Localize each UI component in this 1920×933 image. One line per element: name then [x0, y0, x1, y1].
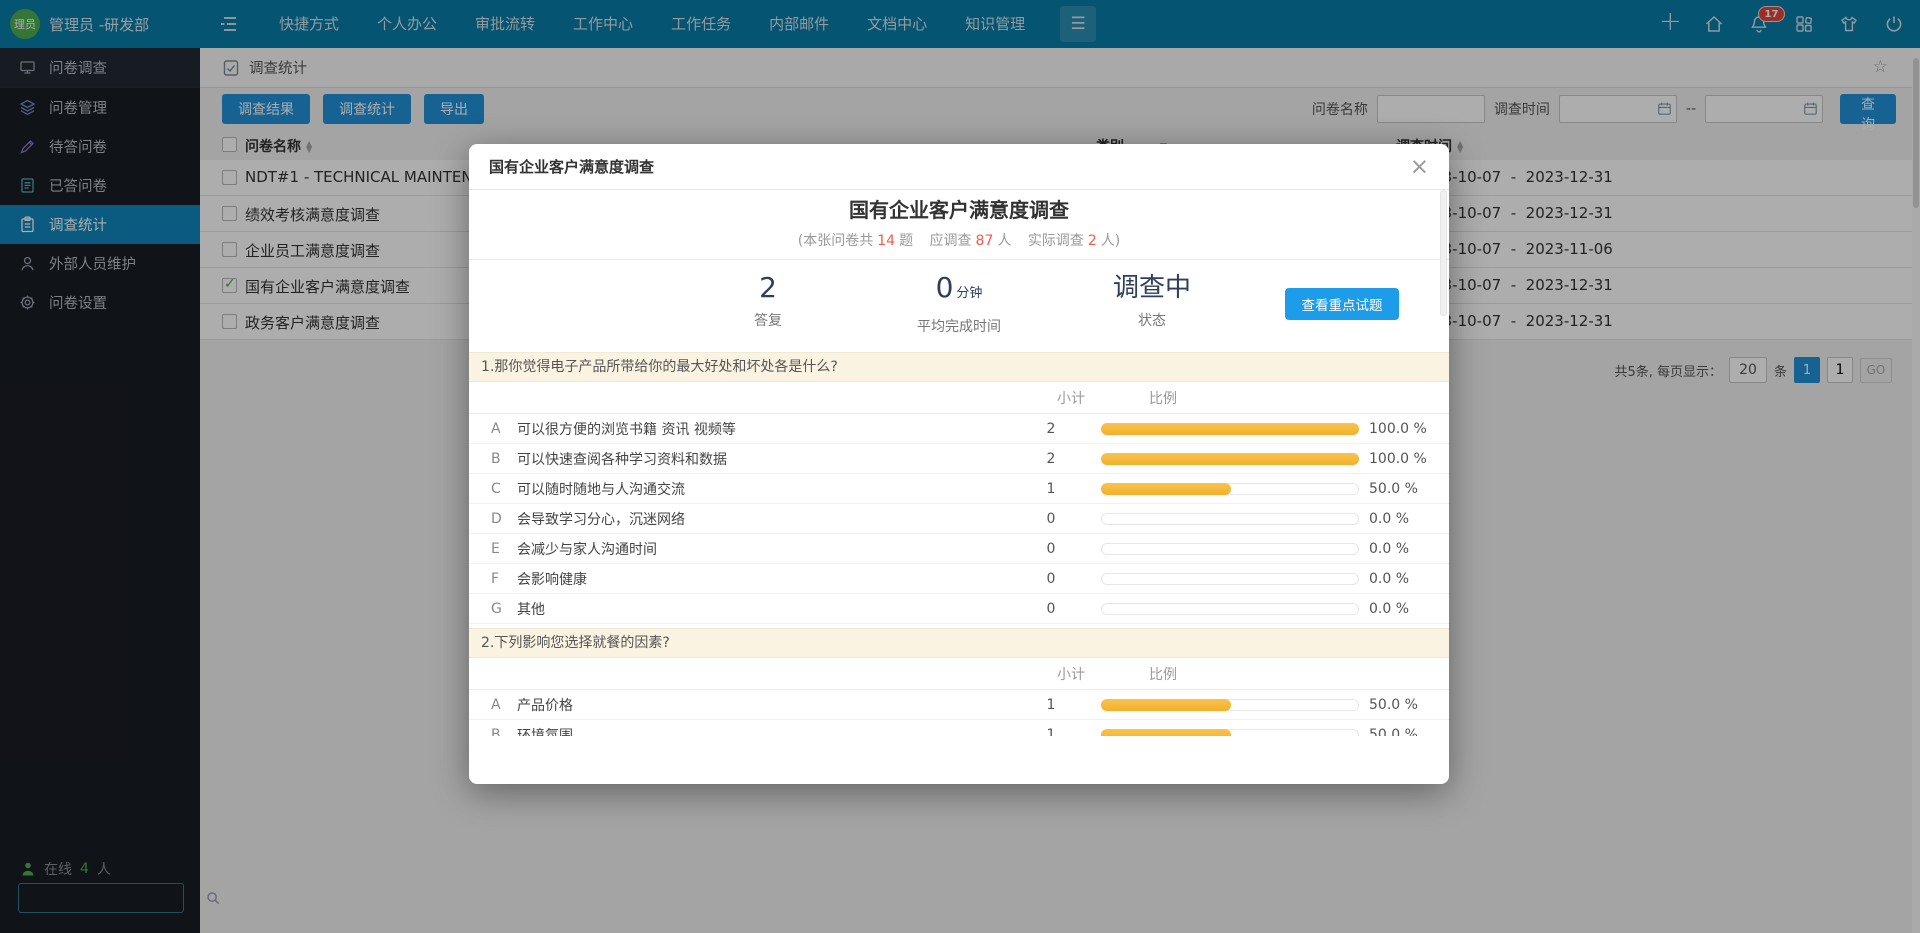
- ratio-header: 比例: [1121, 664, 1449, 684]
- option-percent: 50.0 %: [1369, 697, 1449, 713]
- question-title: 2.下列影响您选择就餐的因素?: [469, 628, 1449, 658]
- option-row: A 可以很方便的浏览书籍 资讯 视频等 2 100.0 %: [469, 414, 1449, 444]
- modal-body: 国有企业客户满意度调查 (本张问卷共14题 应调查87人 实际调查2人) 2 答…: [469, 190, 1449, 736]
- option-text: 会减少与家人沟通时间: [517, 539, 1021, 559]
- option-percent: 0.0 %: [1369, 541, 1449, 557]
- option-count: 0: [1021, 511, 1081, 527]
- option-percent: 50.0 %: [1369, 727, 1449, 737]
- option-row: B 可以快速查阅各种学习资料和数据 2 100.0 %: [469, 444, 1449, 474]
- replies-label: 答复: [682, 310, 854, 330]
- option-row: E 会减少与家人沟通时间 0 0.0 %: [469, 534, 1449, 564]
- ratio-header: 比例: [1121, 388, 1449, 408]
- option-count: 1: [1021, 727, 1081, 737]
- option-text: 可以很方便的浏览书籍 资讯 视频等: [517, 419, 1021, 439]
- option-letter: A: [491, 421, 517, 437]
- option-text: 可以快速查阅各种学习资料和数据: [517, 449, 1021, 469]
- stat-status: 调查中 状态: [1066, 272, 1238, 330]
- option-count: 2: [1021, 451, 1081, 467]
- status-label: 状态: [1066, 310, 1238, 330]
- survey-summary: (本张问卷共14题 应调查87人 实际调查2人): [469, 232, 1449, 250]
- app-screen: 理员 管理员 -研发部 快捷方式 个人办公 审批流转 工作中心 工作任务 内部邮…: [0, 0, 1920, 933]
- modal-title: 国有企业客户满意度调查: [489, 156, 654, 177]
- option-bar: [1101, 453, 1359, 465]
- modal-titlebar: 国有企业客户满意度调查 ×: [469, 144, 1449, 190]
- option-letter: F: [491, 571, 517, 587]
- option-text: 产品价格: [517, 695, 1021, 715]
- replies-value: 2: [682, 272, 854, 304]
- survey-title: 国有企业客户满意度调查: [469, 197, 1449, 223]
- option-letter: D: [491, 511, 517, 527]
- option-count: 0: [1021, 541, 1081, 557]
- expected-count: 87: [976, 233, 994, 249]
- option-count: 1: [1021, 481, 1081, 497]
- option-text: 其他: [517, 599, 1021, 619]
- option-row: A 产品价格 1 50.0 %: [469, 690, 1449, 720]
- option-row: G 其他 0 0.0 %: [469, 594, 1449, 624]
- question-title: 1.那你觉得电子产品所带给你的最大好处和坏处各是什么?: [469, 352, 1449, 382]
- avg-time-unit: 分钟: [956, 286, 982, 301]
- option-bar: [1101, 573, 1359, 585]
- option-count: 1: [1021, 697, 1081, 713]
- option-row: C 可以随时随地与人沟通交流 1 50.0 %: [469, 474, 1449, 504]
- option-letter: G: [491, 601, 517, 617]
- option-text: 可以随时随地与人沟通交流: [517, 479, 1021, 499]
- modal-scrollbar-thumb[interactable]: [1440, 190, 1447, 316]
- survey-statistics-modal: 国有企业客户满意度调查 × 国有企业客户满意度调查 (本张问卷共14题 应调查8…: [469, 144, 1449, 784]
- option-letter: B: [491, 727, 517, 737]
- option-row: F 会影响健康 0 0.0 %: [469, 564, 1449, 594]
- subtotal-header: 小计: [1041, 664, 1101, 684]
- option-bar: [1101, 729, 1359, 737]
- close-icon[interactable]: ×: [1410, 157, 1429, 177]
- status-value: 调查中: [1066, 272, 1238, 304]
- option-percent: 0.0 %: [1369, 511, 1449, 527]
- option-percent: 100.0 %: [1369, 421, 1449, 437]
- option-row: D 会导致学习分心，沉迷网络 0 0.0 %: [469, 504, 1449, 534]
- view-key-questions-button[interactable]: 查看重点试题: [1285, 288, 1399, 320]
- question-count: 14: [877, 233, 895, 249]
- option-percent: 0.0 %: [1369, 601, 1449, 617]
- stats-row: 2 答复 0分钟 平均完成时间 调查中 状态 查看重点试题: [469, 260, 1449, 346]
- option-letter: A: [491, 697, 517, 713]
- option-bar: [1101, 423, 1359, 435]
- option-bar: [1101, 603, 1359, 615]
- option-percent: 0.0 %: [1369, 571, 1449, 587]
- option-text: 环境氛围: [517, 725, 1021, 737]
- option-row: B 环境氛围 1 50.0 %: [469, 720, 1449, 736]
- subtotal-header: 小计: [1041, 388, 1101, 408]
- option-bar: [1101, 513, 1359, 525]
- option-letter: C: [491, 481, 517, 497]
- option-letter: B: [491, 451, 517, 467]
- option-count: 0: [1021, 571, 1081, 587]
- avg-time-value: 0: [936, 271, 954, 304]
- option-bar: [1101, 543, 1359, 555]
- actual-count: 2: [1088, 233, 1097, 249]
- option-count: 2: [1021, 421, 1081, 437]
- stat-replies: 2 答复: [682, 272, 854, 330]
- option-bar: [1101, 699, 1359, 711]
- option-letter: E: [491, 541, 517, 557]
- options-header: 小计 比例: [469, 658, 1449, 690]
- option-count: 0: [1021, 601, 1081, 617]
- option-percent: 50.0 %: [1369, 481, 1449, 497]
- avg-time-label: 平均完成时间: [873, 316, 1045, 336]
- option-bar: [1101, 483, 1359, 495]
- options-header: 小计 比例: [469, 382, 1449, 414]
- option-percent: 100.0 %: [1369, 451, 1449, 467]
- stat-avg-time: 0分钟 平均完成时间: [873, 272, 1045, 336]
- option-text: 会影响健康: [517, 569, 1021, 589]
- option-text: 会导致学习分心，沉迷网络: [517, 509, 1021, 529]
